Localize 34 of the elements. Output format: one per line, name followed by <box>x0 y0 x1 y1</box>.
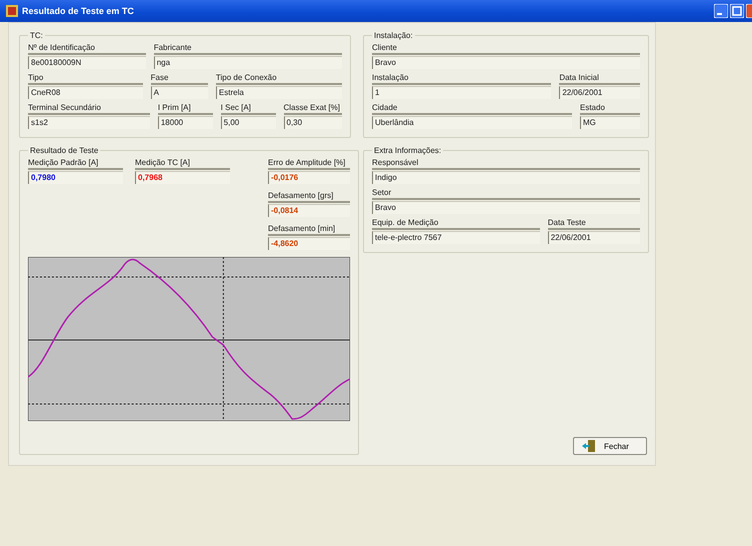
input-field[interactable]: 0,7968 <box>135 171 230 184</box>
window-title: Resultado de Teste em TC <box>22 6 135 16</box>
close-button[interactable] <box>746 4 752 18</box>
input-field[interactable]: 1 <box>372 86 552 99</box>
input-field[interactable]: MG <box>580 116 640 129</box>
input-field[interactable]: Estrela <box>216 86 342 99</box>
minimize-button[interactable] <box>714 4 728 18</box>
input-field[interactable]: Bravo <box>372 201 640 214</box>
input-field[interactable]: -0,0176 <box>268 171 350 184</box>
maximize-button[interactable] <box>730 4 744 18</box>
input-field[interactable]: 0,7980 <box>28 171 123 184</box>
input-field[interactable]: nga <box>154 56 342 69</box>
input-field[interactable]: Bravo <box>372 56 640 69</box>
group-title: Extra Informações: <box>373 146 442 155</box>
exit-door-icon <box>582 440 596 452</box>
input-field[interactable]: -0,0814 <box>268 204 350 217</box>
input-field[interactable]: 22/06/2001 <box>548 231 640 244</box>
app-icon <box>6 5 18 17</box>
input-field[interactable]: Indigo <box>372 171 640 184</box>
input-field[interactable]: 18000 <box>158 116 213 129</box>
close-button[interactable]: Fechar <box>573 437 647 455</box>
group-title: Instalação: <box>373 31 414 40</box>
input-field[interactable]: -4,8620 <box>268 237 350 250</box>
input-field[interactable]: 5,00 <box>220 116 276 129</box>
input-field[interactable]: A <box>150 86 208 99</box>
group-title: Resultado de Teste <box>29 146 100 155</box>
input-field[interactable]: 8e00180009N <box>28 56 146 69</box>
input-field[interactable]: CneR08 <box>28 86 143 99</box>
input-field[interactable]: tele-e-plectro 7567 <box>372 231 540 244</box>
input-field[interactable]: 0,30 <box>284 116 342 129</box>
group-title: TC: <box>29 31 44 40</box>
input-field[interactable]: Uberlândia <box>372 116 572 129</box>
input-field[interactable]: 22/06/2001 <box>559 86 640 99</box>
input-field[interactable]: s1s2 <box>28 116 150 129</box>
